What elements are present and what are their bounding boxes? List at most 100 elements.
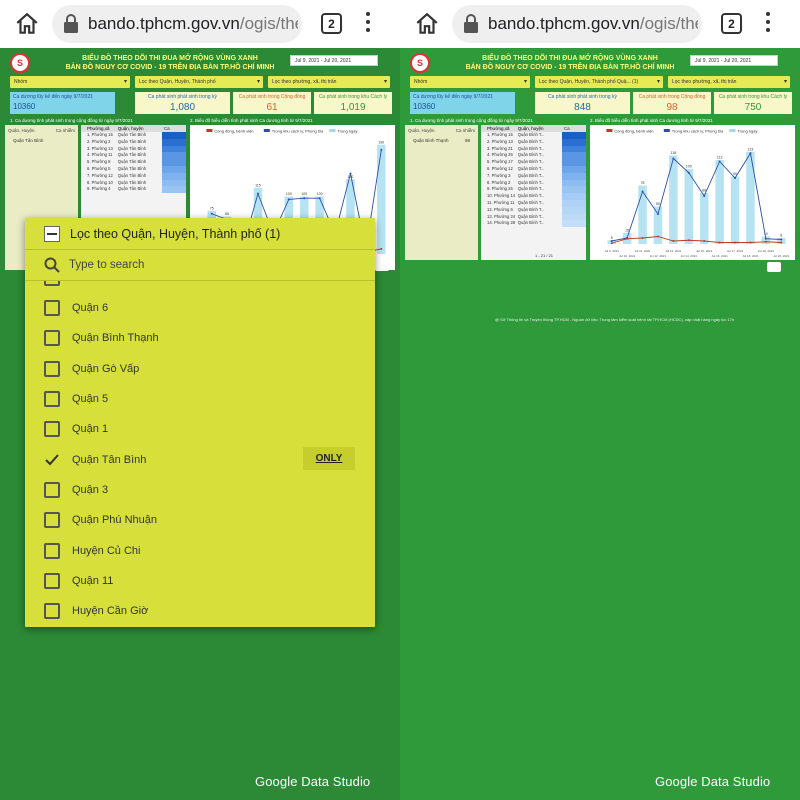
data-point[interactable]: [687, 171, 690, 174]
table-row[interactable]: 12. Phường 6 Quận Bình T...: [481, 206, 586, 214]
table-row[interactable]: 7. Phường 12 Quận Tân Bình: [81, 172, 186, 180]
checkbox[interactable]: [44, 391, 60, 408]
table-row[interactable]: 8. Phường 10 Quận Tân Bình: [81, 179, 186, 187]
data-point[interactable]: [318, 197, 321, 200]
table-row[interactable]: 10. Phường 14 Quận Bình T...: [481, 193, 586, 200]
bar[interactable]: [653, 206, 663, 245]
date-range-picker[interactable]: Jul 9, 2021 - Jul 20, 2021: [290, 55, 378, 66]
only-button[interactable]: ONLY: [303, 447, 355, 471]
checkbox[interactable]: [44, 481, 60, 498]
data-point[interactable]: [210, 212, 213, 215]
checkbox[interactable]: [44, 542, 60, 559]
table-row[interactable]: 14. Phường 28 Quận Bình T...: [481, 220, 586, 228]
data-point[interactable]: [687, 239, 690, 242]
dropdown-options-list[interactable]: Quận 6 Quận Bình Thạnh Quận Gò Vấp Quận 5 Qu…: [25, 281, 375, 627]
more-menu-icon[interactable]: [364, 12, 372, 36]
bar[interactable]: [684, 169, 694, 244]
data-point[interactable]: [672, 157, 675, 160]
table-row[interactable]: 1. Phường 15 Quận Tân Bình: [81, 132, 186, 139]
home-icon[interactable]: [14, 11, 40, 37]
data-point[interactable]: [380, 247, 383, 250]
table-row[interactable]: 4. Phường 26 Quận Bình T...: [481, 152, 586, 160]
data-point[interactable]: [734, 177, 737, 179]
checked-checkbox[interactable]: [44, 452, 60, 468]
table-row[interactable]: 2. Phường 2 Quận Tân Bình: [81, 138, 186, 146]
data-point[interactable]: [718, 241, 721, 244]
list-item[interactable]: Quận 5: [25, 384, 375, 414]
list-item[interactable]: Quận 1: [25, 414, 375, 444]
address-bar[interactable]: bando.tphcm.gov.vn/ogis/the: [52, 5, 302, 43]
data-point[interactable]: [672, 240, 675, 242]
bar[interactable]: [638, 185, 647, 245]
data-point[interactable]: [641, 190, 644, 193]
data-point[interactable]: [256, 192, 259, 195]
bar[interactable]: [746, 151, 755, 244]
data-point[interactable]: [641, 237, 644, 239]
list-item[interactable]: [25, 281, 375, 293]
tab-count-button[interactable]: 2: [721, 13, 742, 34]
ward-filter[interactable]: Lọc theo phường, xã, thị trấn: [268, 76, 390, 88]
table-row[interactable]: 1. Phường 15 Quận Bình T...: [481, 132, 586, 139]
list-item[interactable]: Quận Bình Thạnh: [25, 323, 375, 353]
address-bar[interactable]: bando.tphcm.gov.vn/ogis/the: [452, 5, 702, 43]
group-filter[interactable]: Nhóm: [410, 76, 530, 88]
list-item[interactable]: Huyện Củ Chi: [25, 535, 375, 565]
list-item[interactable]: Quận Tân Bình ONLY: [25, 444, 375, 474]
data-point[interactable]: [380, 148, 383, 151]
checkbox[interactable]: [44, 300, 60, 317]
more-menu-icon[interactable]: [764, 12, 772, 36]
table-pager[interactable]: 1 - 21 / 21: [535, 253, 553, 258]
list-item[interactable]: Huyện Cần Giờ: [25, 596, 375, 626]
district-filter[interactable]: Lọc theo Quận, Huyện, Thành phố Quậ... (…: [535, 76, 663, 88]
data-point[interactable]: [656, 235, 659, 238]
table-row[interactable]: 5. Phường 8 Quận Tân Bình: [81, 159, 186, 166]
table-row[interactable]: 13. Phường 24 Quận Bình T...: [481, 213, 586, 221]
table-row[interactable]: 7. Phường 3 Quận Bình T...: [481, 172, 586, 180]
data-point[interactable]: [703, 195, 706, 197]
data-point[interactable]: [610, 242, 613, 245]
table-row[interactable]: 5. Phường 17 Quận Bình T...: [481, 159, 586, 166]
checkbox[interactable]: [44, 330, 60, 347]
data-point[interactable]: [764, 240, 767, 243]
search-row[interactable]: Type to search: [25, 250, 375, 281]
data-point[interactable]: [656, 213, 659, 215]
bar[interactable]: [715, 160, 724, 244]
table-row[interactable]: 3. Phường 21 Quận Bình T...: [481, 145, 586, 153]
data-point[interactable]: [349, 172, 352, 175]
list-item[interactable]: Quận Gò Vấp: [25, 354, 375, 384]
data-point[interactable]: [303, 197, 306, 200]
table-row[interactable]: 6. Phường 5 Quận Tân Bình: [81, 165, 186, 173]
table-row[interactable]: 9. Phường 25 Quận Bình T...: [481, 186, 586, 194]
list-item[interactable]: Quận 11: [25, 566, 375, 596]
checkbox[interactable]: [44, 360, 60, 377]
data-point[interactable]: [718, 160, 721, 163]
checkbox[interactable]: [44, 572, 60, 589]
data-point[interactable]: [610, 240, 613, 242]
group-filter[interactable]: Nhóm: [10, 76, 130, 88]
ward-filter[interactable]: Lọc theo phường, xã, thị trấn: [668, 76, 790, 88]
bar[interactable]: [730, 176, 740, 245]
data-point[interactable]: [626, 237, 629, 240]
checkbox[interactable]: [44, 512, 60, 529]
list-item[interactable]: Quận 6: [25, 293, 375, 323]
data-point[interactable]: [734, 241, 737, 244]
data-point[interactable]: [764, 237, 767, 240]
date-range-picker[interactable]: Jul 9, 2021 - Jul 20, 2021: [690, 55, 778, 66]
table-row[interactable]: 8. Phường 2 Quận Bình T...: [481, 179, 586, 187]
data-point[interactable]: [287, 198, 290, 201]
table-row[interactable]: 4. Phường 11 Quận Tân Bình: [81, 152, 186, 160]
list-item[interactable]: Quận 3: [25, 475, 375, 505]
district-row[interactable]: Quận Tân Bình: [5, 136, 78, 145]
checkbox[interactable]: [44, 603, 60, 620]
district-filter[interactable]: Lọc theo Quận, Huyện, Thành phố: [135, 76, 263, 88]
search-input[interactable]: Type to search: [69, 259, 144, 271]
bar[interactable]: [377, 144, 386, 254]
data-point[interactable]: [749, 152, 752, 155]
bar[interactable]: [699, 193, 709, 244]
district-row[interactable]: Quận Bình Thạnh 98: [405, 136, 478, 145]
checkbox[interactable]: [44, 421, 60, 438]
data-point[interactable]: [703, 240, 706, 242]
data-point[interactable]: [780, 241, 783, 244]
deselect-all-checkbox[interactable]: [44, 225, 60, 242]
home-icon[interactable]: [414, 11, 440, 37]
